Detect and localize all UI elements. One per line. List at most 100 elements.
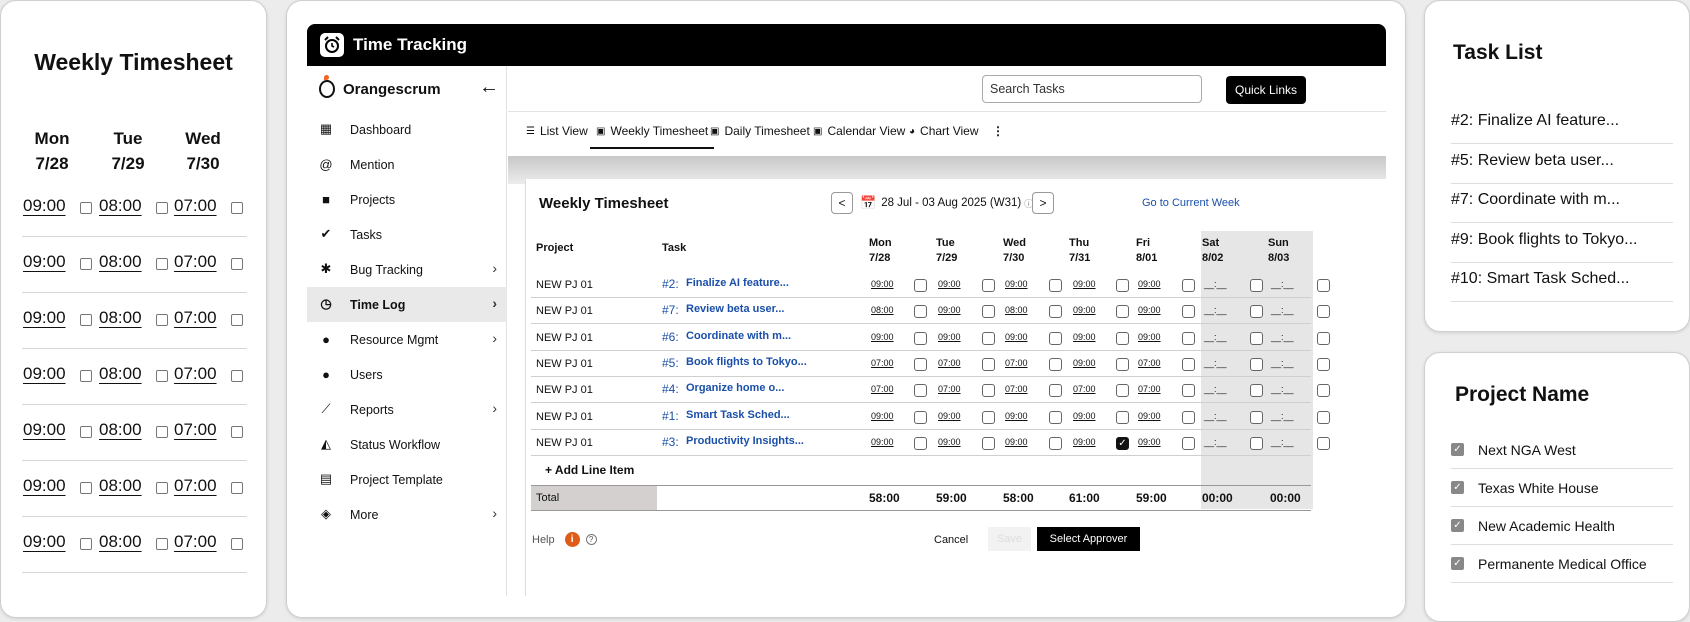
checkbox[interactable] <box>1116 357 1129 371</box>
time-input[interactable]: 09:00 <box>938 305 961 315</box>
sidebar-item-reports[interactable]: ⟋ Reports › <box>307 392 507 427</box>
time-input[interactable]: 09:00 <box>1005 279 1028 289</box>
project-item[interactable]: ✓ Permanente Medical Office <box>1451 545 1673 583</box>
time-value[interactable]: 08:00 <box>99 308 142 327</box>
time-input[interactable]: __:__ <box>1271 305 1294 315</box>
time-input[interactable]: 09:00 <box>1138 305 1161 315</box>
prev-week-button[interactable]: < <box>831 192 853 214</box>
next-week-button[interactable]: > <box>1032 192 1054 214</box>
time-value[interactable]: 07:00 <box>174 420 217 439</box>
checkbox[interactable] <box>982 436 995 450</box>
project-item[interactable]: ✓ Next NGA West <box>1451 431 1673 469</box>
checkbox[interactable] <box>80 314 92 326</box>
task-link[interactable]: Coordinate with m... <box>686 330 791 342</box>
checkbox[interactable] <box>1250 331 1263 345</box>
time-input[interactable]: 09:00 <box>1073 358 1096 368</box>
time-input[interactable]: 07:00 <box>1138 358 1161 368</box>
task-number[interactable]: #6: <box>662 330 679 344</box>
time-value[interactable]: 08:00 <box>99 476 142 495</box>
time-value[interactable]: 07:00 <box>174 196 217 215</box>
task-number[interactable]: #2: <box>662 277 679 291</box>
checkbox[interactable] <box>982 279 995 292</box>
task-number[interactable]: #4: <box>662 382 679 396</box>
time-entry[interactable]: 08:00 <box>99 308 142 328</box>
task-link[interactable]: Smart Task Sched... <box>686 409 790 421</box>
checkbox[interactable] <box>231 314 243 326</box>
go-to-current-week-link[interactable]: Go to Current Week <box>1142 197 1240 209</box>
checkbox[interactable] <box>1250 436 1263 450</box>
checkbox[interactable] <box>231 202 243 214</box>
time-value[interactable]: 08:00 <box>99 252 142 271</box>
checkbox[interactable] <box>914 331 927 345</box>
checkbox[interactable] <box>1317 331 1330 345</box>
time-input[interactable]: 09:00 <box>1138 411 1161 421</box>
checkbox[interactable] <box>1182 279 1195 292</box>
sidebar-item-resource-mgmt[interactable]: ● Resource Mgmt › <box>307 322 507 357</box>
save-button[interactable]: Save <box>988 527 1031 551</box>
chevron-right-icon[interactable]: › <box>492 260 497 276</box>
sidebar-item-status-workflow[interactable]: ◭ Status Workflow <box>307 427 507 462</box>
time-entry[interactable]: 08:00 <box>99 196 142 216</box>
time-entry[interactable]: 09:00 <box>23 308 66 328</box>
time-value[interactable]: 07:00 <box>174 364 217 383</box>
time-entry[interactable]: 07:00 <box>174 364 217 384</box>
checkbox-checked-icon[interactable]: ✓ <box>1451 557 1464 570</box>
time-value[interactable]: 09:00 <box>23 252 66 271</box>
checkbox[interactable] <box>156 202 168 214</box>
checkbox[interactable] <box>1250 410 1263 424</box>
time-input[interactable]: 09:00 <box>871 437 894 447</box>
time-input[interactable]: 09:00 <box>1138 279 1161 289</box>
time-input[interactable]: 07:00 <box>1005 384 1028 394</box>
checkbox-checked-icon[interactable]: ✓ <box>1451 481 1464 494</box>
time-input[interactable]: 07:00 <box>871 358 894 368</box>
checkbox[interactable] <box>1049 357 1062 371</box>
checkbox[interactable] <box>1182 357 1195 371</box>
checkbox[interactable] <box>914 384 927 398</box>
time-input[interactable]: 09:00 <box>938 332 961 342</box>
time-entry[interactable]: 09:00 <box>23 196 66 216</box>
time-value[interactable]: 09:00 <box>23 308 66 327</box>
checkbox[interactable] <box>1250 279 1263 292</box>
time-input[interactable]: 08:00 <box>871 305 894 315</box>
checkbox[interactable] <box>1250 357 1263 371</box>
checkbox[interactable] <box>1182 436 1195 450</box>
project-item[interactable]: ✓ New Academic Health <box>1451 507 1673 545</box>
checkbox[interactable] <box>156 258 168 270</box>
tab-daily-timesheet[interactable]: ▣ Daily Timesheet <box>710 124 810 138</box>
time-entry[interactable]: 07:00 <box>174 308 217 328</box>
checkbox[interactable] <box>80 482 92 494</box>
time-input[interactable]: 09:00 <box>938 411 961 421</box>
sidebar-item-mention[interactable]: @ Mention <box>307 147 507 182</box>
sidebar-item-dashboard[interactable]: ▦ Dashboard <box>307 112 507 147</box>
task-link[interactable]: Finalize AI feature... <box>686 277 789 289</box>
time-input[interactable]: 07:00 <box>1073 384 1096 394</box>
checkbox[interactable] <box>1116 279 1129 292</box>
chevron-right-icon[interactable]: › <box>492 400 497 416</box>
time-input[interactable]: 09:00 <box>938 279 961 289</box>
checkbox[interactable] <box>1049 331 1062 345</box>
checkbox[interactable] <box>231 370 243 382</box>
checkbox[interactable] <box>1116 410 1129 424</box>
time-input[interactable]: 09:00 <box>871 279 894 289</box>
add-line-item-button[interactable]: + Add Line Item <box>545 463 634 477</box>
checkbox[interactable] <box>156 426 168 438</box>
checkbox[interactable] <box>1049 410 1062 424</box>
checkbox[interactable] <box>914 436 927 450</box>
checkbox[interactable] <box>914 305 927 319</box>
back-arrow-icon[interactable]: ← <box>479 76 499 99</box>
time-input[interactable]: __:__ <box>1204 411 1227 421</box>
task-list-item[interactable]: #5: Review beta user... <box>1451 144 1673 184</box>
task-link[interactable]: Organize home o... <box>686 382 784 394</box>
task-list-item[interactable]: #10: Smart Task Sched... <box>1451 262 1673 302</box>
time-input[interactable]: __:__ <box>1271 437 1294 447</box>
task-list-item[interactable]: #2: Finalize AI feature... <box>1451 104 1673 144</box>
checkbox[interactable] <box>156 314 168 326</box>
time-input[interactable]: 09:00 <box>871 332 894 342</box>
task-number[interactable]: #7: <box>662 303 679 317</box>
checkbox[interactable] <box>1317 357 1330 371</box>
cancel-button[interactable]: Cancel <box>934 534 968 546</box>
sidebar-item-projects[interactable]: ■ Projects <box>307 182 507 217</box>
checkbox[interactable] <box>231 482 243 494</box>
task-link[interactable]: Book flights to Tokyo... <box>686 356 807 368</box>
time-value[interactable]: 09:00 <box>23 532 66 551</box>
